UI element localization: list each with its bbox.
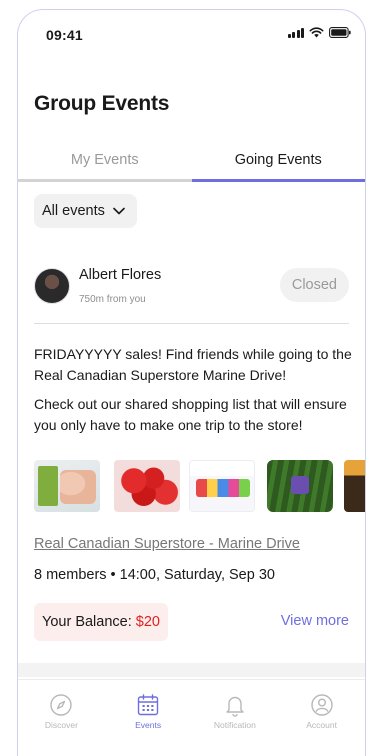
nav-label-account: Account bbox=[306, 720, 337, 730]
filter-label: All events bbox=[42, 203, 105, 219]
nav-label-discover: Discover bbox=[44, 720, 78, 730]
balance-label: Your Balance: bbox=[42, 614, 132, 630]
divider bbox=[34, 323, 349, 324]
battery-icon bbox=[329, 27, 351, 38]
balance-amount: $20 bbox=[135, 614, 160, 630]
status-badge: Closed bbox=[279, 268, 349, 302]
bottom-nav: Discover Events Notification Account bbox=[18, 679, 365, 756]
tab-my-events[interactable]: My Events bbox=[18, 144, 192, 182]
store-link[interactable]: Real Canadian Superstore - Marine Drive bbox=[34, 536, 300, 552]
chevron-down-icon bbox=[113, 207, 125, 215]
host-distance: 750m from you bbox=[79, 294, 146, 305]
calendar-icon bbox=[137, 694, 159, 716]
nav-item-discover[interactable]: Discover bbox=[18, 680, 105, 756]
compass-icon bbox=[50, 694, 73, 716]
signal-icon bbox=[287, 27, 304, 38]
nav-item-events[interactable]: Events bbox=[105, 680, 192, 756]
page-title: Group Events bbox=[34, 92, 170, 115]
product-image-snack[interactable] bbox=[344, 460, 365, 512]
event-description: Check out our shared shopping list that … bbox=[34, 396, 347, 433]
product-image-row[interactable] bbox=[34, 456, 365, 520]
product-image-chicken[interactable] bbox=[34, 460, 100, 512]
view-more-link[interactable]: View more bbox=[281, 613, 349, 629]
product-image-cucumbers[interactable] bbox=[267, 460, 333, 512]
status-time: 09:41 bbox=[46, 27, 83, 43]
nav-item-account[interactable]: Account bbox=[278, 680, 365, 756]
balance-box: Your Balance: $20 bbox=[34, 603, 168, 641]
tab-going-events[interactable]: Going Events bbox=[191, 144, 366, 182]
phone-frame: 09:41 Group Events My Events Going Event… bbox=[17, 9, 366, 756]
status-bar: 09:41 bbox=[18, 10, 365, 54]
user-icon bbox=[310, 694, 333, 716]
section-separator bbox=[18, 663, 365, 677]
host-name[interactable]: Albert Flores bbox=[79, 267, 161, 283]
bell-icon bbox=[226, 696, 244, 717]
avatar[interactable] bbox=[34, 268, 70, 304]
wifi-icon bbox=[309, 27, 324, 38]
product-image-yogurt[interactable] bbox=[189, 460, 255, 512]
nav-item-notification[interactable]: Notification bbox=[192, 680, 279, 756]
events-filter-dropdown[interactable]: All events bbox=[34, 194, 137, 228]
event-tabs: My Events Going Events bbox=[18, 144, 365, 182]
nav-label-notification: Notification bbox=[213, 720, 256, 730]
product-image-tomatoes[interactable] bbox=[114, 460, 180, 512]
nav-label-events: Events bbox=[135, 720, 162, 730]
event-meta: 8 members • 14:00, Saturday, Sep 30 bbox=[34, 567, 275, 583]
event-title[interactable]: FRIDAYYYYY sales! Find friends while goi… bbox=[34, 344, 352, 386]
status-icons bbox=[287, 27, 352, 38]
